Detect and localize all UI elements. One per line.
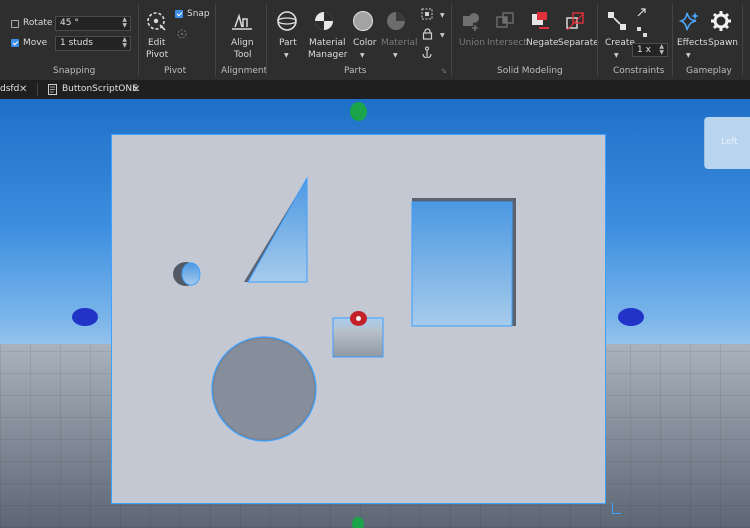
part-sphere-icon xyxy=(277,11,297,31)
group-label-alignment: Alignment xyxy=(221,66,268,76)
pivot-snap-checkbox[interactable] xyxy=(175,10,183,18)
material-label: Material xyxy=(381,38,418,48)
close-icon[interactable]: ✕ xyxy=(19,80,27,99)
group-dropdown-caret-icon[interactable]: ▼ xyxy=(440,12,445,19)
group-divider xyxy=(597,4,598,76)
edit-pivot-label-2: Pivot xyxy=(146,50,169,60)
group-divider xyxy=(451,4,452,76)
spawn-label: Spawn xyxy=(708,38,739,48)
spawn-gear-icon xyxy=(711,11,731,31)
rotate-increment-value: 45 ° xyxy=(60,18,79,28)
group-label-parts: Parts xyxy=(344,66,367,76)
constraint-create-label: Create xyxy=(605,38,635,48)
ribbon-toolbar: Rotate 45 ° ▲ ▼ Move 1 studs ▲ ▼ Snapping … xyxy=(0,0,750,81)
resize-handle-top[interactable] xyxy=(350,102,367,121)
group-label-pivot: Pivot xyxy=(164,66,187,76)
pivot-snap-label: Snap xyxy=(187,9,210,19)
color-label: Color xyxy=(353,38,377,48)
union-icon xyxy=(463,13,479,31)
anchor-icon[interactable] xyxy=(421,46,433,58)
material-dropdown-caret-icon[interactable]: ▼ xyxy=(393,52,398,59)
tab-dsfd[interactable]: dsfd ✕ xyxy=(0,80,36,99)
group-divider xyxy=(138,4,139,76)
resize-handle-right[interactable] xyxy=(618,308,644,326)
tab-button-script-one[interactable]: ButtonScriptONE ✕ xyxy=(46,80,146,99)
triangle-hole[interactable] xyxy=(244,176,308,283)
spinner-arrows-icon[interactable]: ▲ ▼ xyxy=(122,37,127,49)
3d-viewport[interactable]: Left xyxy=(0,99,750,528)
move-checkbox[interactable] xyxy=(11,39,19,47)
color-swatch-icon xyxy=(353,11,373,31)
union-label: Union xyxy=(459,38,486,48)
material-icon xyxy=(387,12,405,30)
handle-center-dot xyxy=(356,316,361,321)
intersect-icon xyxy=(496,12,514,28)
tab-label: ButtonScriptONE xyxy=(62,84,138,94)
view-selector-face-label: Left xyxy=(721,137,738,147)
material-manager-label: Material xyxy=(309,38,346,48)
parts-settings-expand-icon[interactable]: ⬂ xyxy=(441,67,447,75)
constraint-scale-input[interactable]: 1 x ▲ ▼ xyxy=(632,43,668,57)
group-divider xyxy=(266,4,267,76)
group-divider xyxy=(672,4,673,76)
spinner-arrows-icon[interactable]: ▲ ▼ xyxy=(122,17,127,29)
move-increment-input[interactable]: 1 studs ▲ ▼ xyxy=(55,36,131,51)
resize-handle-bottom[interactable] xyxy=(352,517,364,528)
close-icon[interactable]: ✕ xyxy=(132,80,140,99)
part-dropdown-caret-icon[interactable]: ▼ xyxy=(284,52,289,59)
align-tool-label-2: Tool xyxy=(234,50,252,60)
constraint-create-caret-icon[interactable]: ▼ xyxy=(614,52,619,59)
part-label: Part xyxy=(279,38,297,48)
large-circle-hole[interactable] xyxy=(211,336,317,442)
color-dropdown-caret-icon[interactable]: ▼ xyxy=(360,52,365,59)
negate-icon xyxy=(532,12,549,29)
lock-dropdown-caret-icon[interactable]: ▼ xyxy=(440,32,445,39)
effects-dropdown-caret-icon[interactable]: ▼ xyxy=(686,52,691,59)
group-label-snapping: Snapping xyxy=(53,66,96,76)
align-tool-label: Align xyxy=(231,38,254,48)
rotate-increment-input[interactable]: 45 ° ▲ ▼ xyxy=(55,16,131,31)
move-increment-value: 1 studs xyxy=(60,38,93,48)
group-divider xyxy=(215,4,216,76)
spinner-arrows-icon[interactable]: ▲ ▼ xyxy=(659,44,664,56)
effects-label: Effects xyxy=(677,38,708,48)
negate-label: Negate xyxy=(526,38,559,48)
group-select-icon[interactable] xyxy=(421,8,433,20)
intersect-label: Intersect xyxy=(487,38,527,48)
rotate-checkbox[interactable] xyxy=(11,20,19,28)
separate-icon xyxy=(566,12,585,31)
move-label: Move xyxy=(23,38,48,48)
align-tool-icon xyxy=(232,13,252,30)
rectangle-hole[interactable] xyxy=(411,198,516,327)
resize-handle-front[interactable] xyxy=(350,311,367,326)
separate-label: Separate xyxy=(558,38,599,48)
small-round-hole[interactable] xyxy=(173,262,201,286)
material-manager-icon xyxy=(315,12,333,30)
tab-label: dsfd xyxy=(0,84,20,94)
constraint-create-icon xyxy=(608,12,626,30)
resize-handle-left[interactable] xyxy=(72,308,98,326)
group-label-solid-modeling: Solid Modeling xyxy=(497,66,563,76)
edit-pivot-label: Edit xyxy=(148,38,166,48)
group-label-constraints: Constraints xyxy=(613,66,665,76)
constraint-visibility-icon[interactable] xyxy=(636,26,648,38)
constraint-scale-value: 1 x xyxy=(637,45,651,55)
edit-pivot-icon xyxy=(147,12,166,31)
rotate-label: Rotate xyxy=(23,18,53,28)
pivot-reset-icon[interactable] xyxy=(176,28,188,40)
selection-corner-marker xyxy=(612,503,621,514)
group-divider xyxy=(742,4,743,76)
material-manager-label-2: Manager xyxy=(308,50,348,60)
constraint-details-icon[interactable] xyxy=(636,7,648,19)
group-label-gameplay: Gameplay xyxy=(686,66,732,76)
document-tab-bar: dsfd ✕ ButtonScriptONE ✕ xyxy=(0,80,750,100)
view-selector-cube[interactable]: Left xyxy=(704,117,750,169)
lock-icon[interactable] xyxy=(422,28,433,40)
tab-divider xyxy=(37,83,38,96)
effects-sparkle-icon xyxy=(679,12,699,31)
script-document-icon xyxy=(48,84,57,95)
